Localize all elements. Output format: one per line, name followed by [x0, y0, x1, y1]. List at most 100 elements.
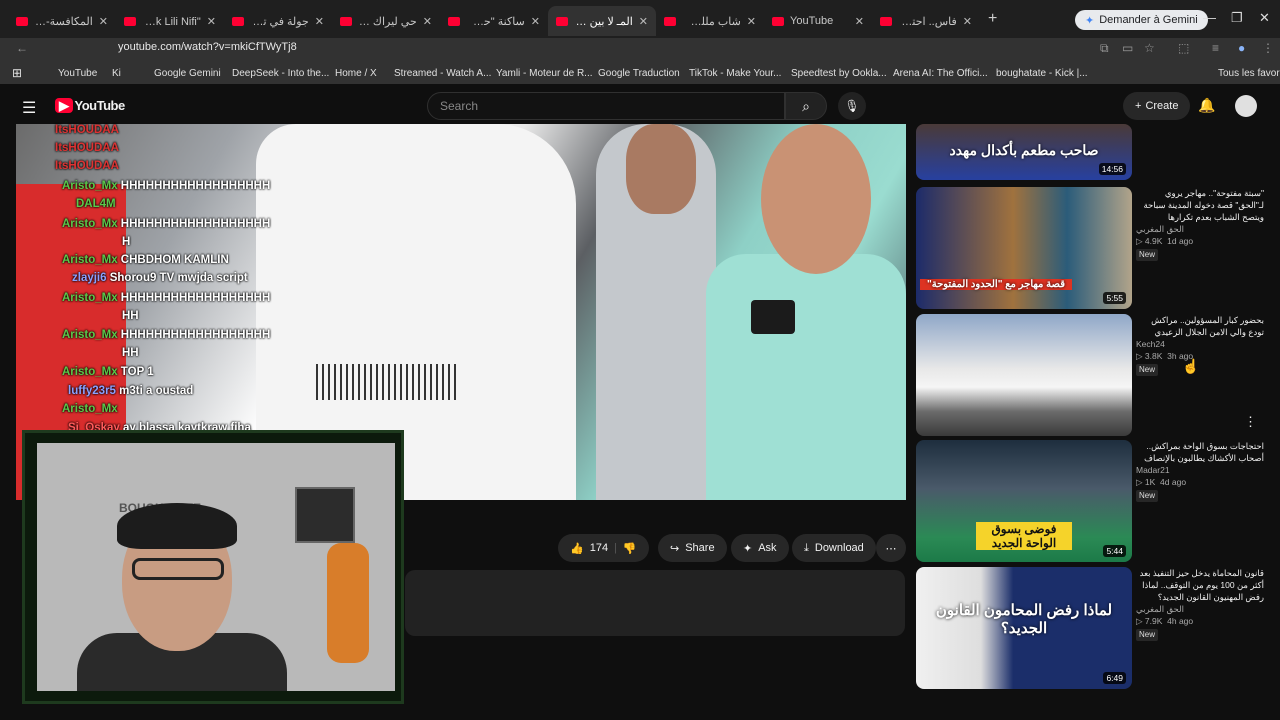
share-button[interactable]: ↪ Share	[658, 534, 727, 562]
chat-username[interactable]: Aristo_Mx	[62, 180, 118, 192]
close-tab-icon[interactable]: ✕	[747, 15, 756, 28]
chat-message: Aristo_Mx	[62, 400, 118, 418]
back-icon[interactable]: ←	[16, 41, 28, 55]
channel-name[interactable]: الحق المغربي	[1136, 223, 1264, 235]
menu-lines-icon[interactable]: ≡	[1212, 41, 1219, 55]
chat-username[interactable]: Aristo_Mx	[62, 292, 118, 304]
chat-text: H	[122, 236, 131, 248]
browser-tab[interactable]: "Hek Lili Nifi يقى✕	[116, 6, 224, 36]
bookmark[interactable]: Google Gemini	[154, 68, 221, 79]
chat-username[interactable]: ItsHOUDAA	[55, 142, 119, 154]
maximize-icon[interactable]: ❐	[1231, 10, 1243, 26]
video-title[interactable]: احتجاجات بسوق الواحة بمراكش.. أصحاب الأك…	[1136, 440, 1264, 464]
create-button[interactable]: + Create	[1123, 92, 1191, 120]
video-title[interactable]: "سبتة مفتوحة".. مهاجر يروي لـ"الحق" قصة …	[1136, 187, 1264, 223]
chat-username[interactable]: ItsHOUDAA	[55, 124, 119, 136]
translate-icon[interactable]: ⧉	[1100, 41, 1109, 56]
browser-tab[interactable]: جولة في تعليقات✕	[224, 6, 332, 36]
chat-username[interactable]: zlayji6	[72, 272, 107, 284]
chat-username[interactable]: Aristo_Mx	[62, 329, 118, 341]
webcam-feed: BOUGHATATE	[37, 443, 395, 691]
chat-username[interactable]: luffy23r5	[68, 385, 116, 397]
more-actions-button[interactable]: ⋯	[876, 534, 906, 562]
profile-icon[interactable]: ●	[1238, 41, 1245, 55]
chat-username[interactable]: ItsHOUDAA	[55, 160, 119, 172]
bookmark-star-icon[interactable]: ☆	[1144, 41, 1155, 55]
video-thumbnail[interactable]: صاحب مطعم بأكدال مهدد 14:56	[916, 124, 1132, 180]
chat-text: HHHHHHHHHHHHHHHHHH	[117, 218, 271, 230]
chat-username[interactable]: Aristo_Mx	[62, 403, 118, 415]
channel-name[interactable]: الحق المغربي	[1136, 603, 1264, 615]
video-thumbnail[interactable]: قصة مهاجر مع "الحدود المفتوحة" 5:55	[916, 187, 1132, 309]
bookmark[interactable]: boughatate - Kick |...	[996, 68, 1088, 79]
video-title[interactable]: بحضور كبار المسؤولين.. مراكش تودع والي ا…	[1136, 314, 1264, 338]
bookmark[interactable]: Ki	[112, 68, 121, 79]
close-tab-icon[interactable]: ✕	[207, 15, 216, 28]
bookmark[interactable]: TikTok - Make Your...	[689, 68, 781, 79]
search-button[interactable]: ⌕	[785, 92, 827, 120]
bookmark[interactable]: Home / X	[335, 68, 377, 79]
more-options-icon[interactable]: ⋮	[1244, 414, 1257, 430]
video-thumbnail[interactable]	[916, 314, 1132, 436]
bookmark[interactable]: Streamed - Watch A...	[394, 68, 491, 79]
chat-message: HH	[122, 307, 139, 325]
notifications-bell-icon[interactable]: 🔔	[1198, 97, 1215, 114]
browser-tab[interactable]: فاس.. احتقان بحي✕	[872, 6, 980, 36]
bookmark[interactable]: Google Traduction	[598, 68, 680, 79]
video-boy	[706, 254, 906, 500]
close-window-icon[interactable]: ✕	[1259, 10, 1270, 26]
browser-tab[interactable]: شاب مللي يحي إل✕	[656, 6, 764, 36]
close-tab-icon[interactable]: ✕	[423, 15, 432, 28]
url-field[interactable]: youtube.com/watch?v=mkiCfTWyTj8	[118, 41, 297, 53]
video-title[interactable]: قانون المحاماة يدخل حيز التنفيذ بعد أكثر…	[1136, 567, 1264, 603]
browser-tab[interactable]: ساكنة "حي ليراك✕	[440, 6, 548, 36]
gemini-button[interactable]: ✦ Demander à Gemini	[1075, 10, 1208, 30]
bookmark[interactable]: Yamli - Moteur de R...	[496, 68, 593, 79]
youtube-favicon-icon	[124, 16, 136, 26]
chat-username[interactable]: Aristo_Mx	[62, 366, 118, 378]
bookmark[interactable]: DeepSeek - Into the...	[232, 68, 329, 79]
chat-message: ItsHOUDAA	[55, 157, 119, 175]
channel-name[interactable]: Kech24	[1136, 338, 1264, 350]
ask-button[interactable]: ✦ Ask	[731, 534, 789, 562]
bookmark[interactable]: Arena AI: The Offici...	[893, 68, 988, 79]
browser-tab[interactable]: YouTube ✕	[764, 6, 872, 36]
browser-tab-active[interactable]: المـ لا بين روعوا✕	[548, 6, 656, 36]
thumbs-down-icon[interactable]: 👎	[623, 542, 637, 555]
plus-icon: +	[1135, 100, 1142, 112]
channel-name[interactable]: Madar21	[1136, 464, 1264, 476]
close-tab-icon[interactable]: ✕	[855, 15, 864, 28]
cast-icon[interactable]: ▭	[1122, 41, 1133, 55]
chat-username[interactable]: DAL4M	[76, 198, 116, 210]
video-thumbnail[interactable]: لماذا رفض المحامون القانون الجديد؟ 6:49	[916, 567, 1132, 689]
youtube-logo[interactable]: ▶ YouTube	[55, 98, 125, 114]
close-tab-icon[interactable]: ✕	[531, 15, 540, 28]
video-thumbnail[interactable]: فوضى بسوق الواحة الجديد 5:44	[916, 440, 1132, 562]
extensions-icon[interactable]: ⬚	[1178, 41, 1189, 55]
bookmark[interactable]: Speedtest by Ookla...	[791, 68, 887, 79]
chat-username[interactable]: Aristo_Mx	[62, 254, 118, 266]
youtube-favicon-icon	[880, 16, 892, 26]
chat-username[interactable]: Aristo_Mx	[62, 218, 118, 230]
close-tab-icon[interactable]: ✕	[963, 15, 972, 28]
voice-search-button[interactable]: 🎙	[838, 92, 866, 120]
close-tab-icon[interactable]: ✕	[315, 15, 324, 28]
search-input[interactable]: Search	[427, 92, 785, 120]
browser-tab[interactable]: حي ليراك بفاس -✕	[332, 6, 440, 36]
download-button[interactable]: ⤓ Download	[792, 534, 876, 562]
chat-text: HH	[122, 310, 139, 322]
hamburger-menu-icon[interactable]: ☰	[22, 98, 36, 118]
apps-grid-icon[interactable]: ⊞	[12, 66, 22, 80]
minimize-icon[interactable]: —	[1203, 10, 1216, 25]
new-tab-icon[interactable]: +	[988, 10, 997, 28]
bookmark[interactable]: YouTube	[58, 68, 97, 79]
browser-tab[interactable]: المكافسة-غضب و ساعة✕	[8, 6, 116, 36]
video-description[interactable]	[405, 570, 905, 636]
close-tab-icon[interactable]: ✕	[99, 15, 108, 28]
all-bookmarks[interactable]: Tous les favoris	[1218, 68, 1280, 79]
wall-frame	[295, 487, 355, 543]
kebab-menu-icon[interactable]: ⋮	[1262, 41, 1274, 55]
account-avatar[interactable]	[1235, 95, 1257, 117]
like-button[interactable]: 👍 174 | 👎	[558, 534, 649, 562]
close-tab-icon[interactable]: ✕	[639, 15, 648, 28]
